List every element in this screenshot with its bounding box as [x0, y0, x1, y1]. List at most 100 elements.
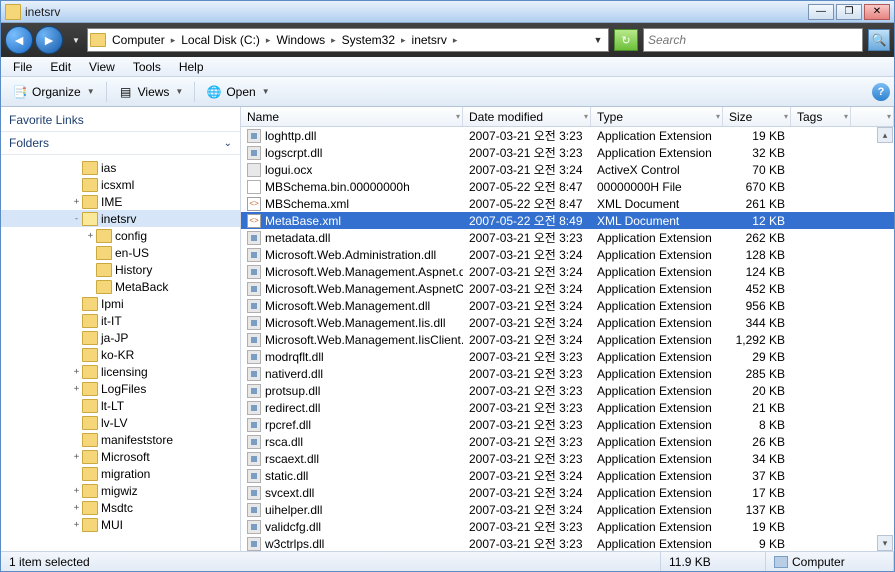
column-name[interactable]: Name▾ [241, 107, 463, 126]
expand-toggle[interactable]: + [71, 520, 82, 530]
breadcrumb-segment[interactable]: System32 [338, 33, 399, 47]
tree-item[interactable]: +licensing [1, 363, 240, 380]
tree-item[interactable]: manifeststore [1, 431, 240, 448]
chevron-down-icon[interactable]: ▾ [456, 112, 460, 121]
refresh-button[interactable]: ↻ [614, 29, 638, 51]
file-row[interactable]: MBSchema.bin.00000000h2007-05-22 오전 8:47… [241, 178, 894, 195]
search-button[interactable]: 🔍 [868, 29, 890, 51]
breadcrumb-segment[interactable]: inetsrv [408, 33, 451, 47]
file-list[interactable]: loghttp.dll2007-03-21 오전 3:23Application… [241, 127, 894, 551]
tree-item[interactable]: +IME [1, 193, 240, 210]
file-row[interactable]: protsup.dll2007-03-21 오전 3:23Application… [241, 382, 894, 399]
chevron-down-icon[interactable]: ▾ [784, 112, 788, 121]
chevron-right-icon[interactable]: ▸ [329, 35, 338, 46]
tree-item[interactable]: en-US [1, 244, 240, 261]
file-row[interactable]: modrqflt.dll2007-03-21 오전 3:23Applicatio… [241, 348, 894, 365]
file-row[interactable]: loghttp.dll2007-03-21 오전 3:23Application… [241, 127, 894, 144]
column-size[interactable]: Size▾ [723, 107, 791, 126]
chevron-right-icon[interactable]: ▸ [169, 35, 178, 46]
address-dropdown[interactable]: ▼ [590, 35, 606, 45]
breadcrumb-segment[interactable]: Computer [108, 33, 169, 47]
file-row[interactable]: Microsoft.Web.Management.AspnetClient.dl… [241, 280, 894, 297]
organize-button[interactable]: 📑 Organize ▼ [5, 80, 102, 104]
file-row[interactable]: redirect.dll2007-03-21 오전 3:23Applicatio… [241, 399, 894, 416]
column-type[interactable]: Type▾ [591, 107, 723, 126]
tree-item[interactable]: +MUI [1, 516, 240, 533]
expand-toggle[interactable]: + [71, 197, 82, 207]
menu-view[interactable]: View [81, 58, 123, 76]
tree-item[interactable]: -inetsrv [1, 210, 240, 227]
menu-edit[interactable]: Edit [42, 58, 79, 76]
file-row[interactable]: metadata.dll2007-03-21 오전 3:23Applicatio… [241, 229, 894, 246]
menu-tools[interactable]: Tools [125, 58, 169, 76]
tree-item[interactable]: migration [1, 465, 240, 482]
folders-header[interactable]: Folders ⌄ [1, 132, 240, 155]
tree-item[interactable]: +LogFiles [1, 380, 240, 397]
breadcrumb-segment[interactable]: Windows [272, 33, 329, 47]
expand-toggle[interactable]: - [71, 214, 82, 224]
titlebar[interactable]: inetsrv — ❐ ✕ [1, 1, 894, 23]
file-row[interactable]: rpcref.dll2007-03-21 오전 3:23Application … [241, 416, 894, 433]
chevron-right-icon[interactable]: ▸ [264, 35, 273, 46]
file-row[interactable]: svcext.dll2007-03-21 오전 3:24Application … [241, 484, 894, 501]
chevron-down-icon[interactable]: ▾ [887, 112, 891, 121]
minimize-button[interactable]: — [808, 4, 834, 20]
tree-item[interactable]: lt-LT [1, 397, 240, 414]
views-button[interactable]: ▤ Views ▼ [111, 80, 191, 104]
tree-item[interactable]: +Microsoft [1, 448, 240, 465]
chevron-down-icon[interactable]: ▾ [844, 112, 848, 121]
search-box[interactable] [643, 28, 863, 52]
file-row[interactable]: validcfg.dll2007-03-21 오전 3:23Applicatio… [241, 518, 894, 535]
expand-toggle[interactable]: + [71, 367, 82, 377]
tree-item[interactable]: ias [1, 159, 240, 176]
expand-toggle[interactable]: + [71, 486, 82, 496]
help-button[interactable]: ? [872, 83, 890, 101]
scroll-down-button[interactable]: ▾ [877, 535, 893, 551]
expand-toggle[interactable]: + [71, 384, 82, 394]
tree-item[interactable]: +Msdtc [1, 499, 240, 516]
expand-toggle[interactable]: + [85, 231, 96, 241]
file-row[interactable]: rsca.dll2007-03-21 오전 3:23Application Ex… [241, 433, 894, 450]
tree-item[interactable]: +config [1, 227, 240, 244]
file-row[interactable]: Microsoft.Web.Administration.dll2007-03-… [241, 246, 894, 263]
file-row[interactable]: Microsoft.Web.Management.Iis.dll2007-03-… [241, 314, 894, 331]
history-dropdown[interactable]: ▼ [69, 28, 83, 52]
file-row[interactable]: MetaBase.xml2007-05-22 오전 8:49XML Docume… [241, 212, 894, 229]
address-bar[interactable]: Computer▸Local Disk (C:)▸Windows▸System3… [87, 28, 609, 52]
expand-toggle[interactable]: + [71, 452, 82, 462]
tree-item[interactable]: icsxml [1, 176, 240, 193]
back-button[interactable]: ◄ [5, 26, 33, 54]
tree-item[interactable]: lv-LV [1, 414, 240, 431]
tree-item[interactable]: History [1, 261, 240, 278]
file-row[interactable]: logscrpt.dll2007-03-21 오전 3:23Applicatio… [241, 144, 894, 161]
favorites-header[interactable]: Favorite Links [1, 107, 240, 132]
file-row[interactable]: uihelper.dll2007-03-21 오전 3:24Applicatio… [241, 501, 894, 518]
file-row[interactable]: nativerd.dll2007-03-21 오전 3:23Applicatio… [241, 365, 894, 382]
tree-item[interactable]: ko-KR [1, 346, 240, 363]
file-row[interactable]: rscaext.dll2007-03-21 오전 3:23Application… [241, 450, 894, 467]
open-button[interactable]: 🌐 Open ▼ [199, 80, 276, 104]
close-button[interactable]: ✕ [864, 4, 890, 20]
tree-item[interactable]: Ipmi [1, 295, 240, 312]
menu-file[interactable]: File [5, 58, 40, 76]
tree-item[interactable]: +migwiz [1, 482, 240, 499]
tree-item[interactable]: MetaBack [1, 278, 240, 295]
column-date[interactable]: Date modified▾ [463, 107, 591, 126]
breadcrumb-segment[interactable]: Local Disk (C:) [177, 33, 264, 47]
maximize-button[interactable]: ❐ [836, 4, 862, 20]
file-row[interactable]: Microsoft.Web.Management.Aspnet.dll2007-… [241, 263, 894, 280]
tree-item[interactable]: ja-JP [1, 329, 240, 346]
chevron-right-icon[interactable]: ▸ [451, 35, 460, 46]
tree-item[interactable]: it-IT [1, 312, 240, 329]
file-row[interactable]: w3ctrlps.dll2007-03-21 오전 3:23Applicatio… [241, 535, 894, 551]
chevron-right-icon[interactable]: ▸ [399, 35, 408, 46]
scroll-up-button[interactable]: ▴ [877, 127, 893, 143]
file-row[interactable]: MBSchema.xml2007-05-22 오전 8:47XML Docume… [241, 195, 894, 212]
chevron-down-icon[interactable]: ▾ [716, 112, 720, 121]
file-row[interactable]: static.dll2007-03-21 오전 3:24Application … [241, 467, 894, 484]
search-input[interactable] [648, 33, 858, 47]
file-row[interactable]: Microsoft.Web.Management.dll2007-03-21 오… [241, 297, 894, 314]
file-row[interactable]: logui.ocx2007-03-21 오전 3:24ActiveX Contr… [241, 161, 894, 178]
expand-toggle[interactable]: + [71, 503, 82, 513]
menu-help[interactable]: Help [171, 58, 212, 76]
